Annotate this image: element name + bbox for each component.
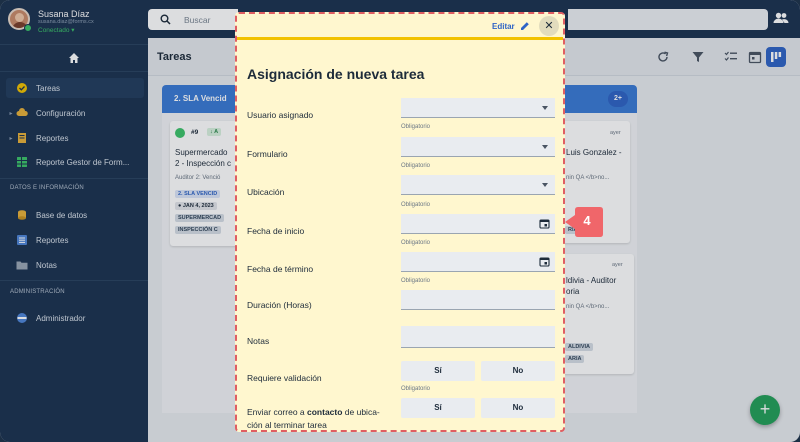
dropdown-arrow-icon [542, 106, 548, 110]
required-hint: Obligatorio [401, 240, 431, 246]
field-label: Requiere validación [247, 373, 322, 383]
validacion-yes-button[interactable]: Sí [401, 361, 475, 381]
notas-input[interactable] [401, 326, 555, 348]
usuario-select[interactable] [401, 98, 555, 118]
formulario-select[interactable] [401, 137, 555, 157]
field-label: Usuario asignado [247, 110, 314, 120]
required-hint: Obligatorio [401, 202, 431, 208]
close-icon: ✕ [544, 20, 554, 32]
step-number: 4 [583, 213, 591, 228]
dropdown-arrow-icon [542, 145, 548, 149]
correo-yes-button[interactable]: Sí [401, 398, 475, 418]
dropdown-arrow-icon [542, 183, 548, 187]
modal-toolbar: Editar ✕ [237, 14, 563, 40]
validacion-no-button[interactable]: No [481, 361, 555, 381]
pencil-icon[interactable] [520, 21, 530, 31]
required-hint: Obligatorio [401, 278, 431, 284]
field-label: Fecha de inicio [247, 226, 305, 236]
calendar-icon[interactable] [539, 256, 550, 267]
edit-button[interactable]: Editar [492, 22, 515, 31]
close-button[interactable]: ✕ [539, 16, 559, 36]
required-hint: Obligatorio [401, 386, 431, 392]
field-label: Enviar correo a contacto de ubica-ción a… [247, 407, 380, 430]
required-hint: Obligatorio [401, 163, 431, 169]
app-window: Susana Díaz susana.diaz@forms.cx Conecta… [0, 0, 800, 442]
calendar-icon[interactable] [539, 218, 550, 229]
ubicacion-select[interactable] [401, 175, 555, 195]
new-task-modal: Editar ✕ Asignación de nueva tarea Usuar… [235, 12, 565, 432]
correo-no-button[interactable]: No [481, 398, 555, 418]
field-label: Formulario [247, 149, 288, 159]
field-label: Ubicación [247, 187, 285, 197]
field-label: Notas [247, 336, 270, 346]
fecha-inicio-input[interactable] [401, 214, 555, 234]
duracion-input[interactable] [401, 290, 555, 310]
modal-title: Asignación de nueva tarea [247, 66, 425, 82]
required-hint: Obligatorio [401, 124, 431, 130]
field-label: Fecha de término [247, 264, 314, 274]
fecha-termino-input[interactable] [401, 252, 555, 272]
field-label: Duración (Horas) [247, 300, 312, 310]
